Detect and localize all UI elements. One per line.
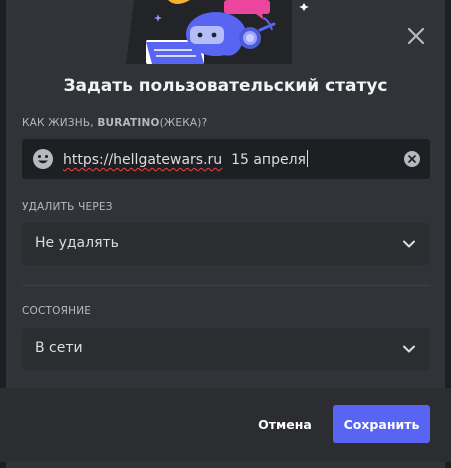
text-caret bbox=[306, 150, 308, 167]
clear-after-label: УДАЛИТЬ ЧЕРЕЗ bbox=[22, 201, 113, 213]
close-button[interactable] bbox=[402, 22, 430, 50]
status-label-prefix: КАК ЖИЗНЬ, bbox=[22, 117, 98, 129]
clear-icon bbox=[408, 155, 416, 163]
smiley-icon bbox=[33, 149, 53, 169]
status-label-suffix: (ЖЕКА)? bbox=[159, 117, 208, 129]
status-text-value: https://hellgatewars.ru 15 апреля bbox=[63, 150, 308, 168]
custom-status-modal: Задать пользовательский статус КАК ЖИЗНЬ… bbox=[0, 0, 451, 468]
clear-after-value: Не удалять bbox=[35, 235, 119, 251]
status-date-text: 15 апреля bbox=[222, 152, 306, 168]
dialog-footer: Отмена Сохранить bbox=[0, 388, 451, 462]
save-button[interactable]: Сохранить bbox=[333, 405, 430, 443]
status-url-text: https://hellgatewars.ru bbox=[63, 152, 223, 168]
emoji-picker-button[interactable] bbox=[32, 148, 54, 170]
header-illustration bbox=[124, 0, 324, 64]
status-label-username: BURATINO bbox=[97, 117, 160, 129]
chevron-down-icon bbox=[403, 345, 415, 353]
section-divider bbox=[22, 285, 430, 286]
clear-status-button[interactable] bbox=[404, 151, 420, 167]
status-question-label: КАК ЖИЗНЬ, BURATINO(ЖЕКА)? bbox=[22, 117, 207, 129]
status-input[interactable]: https://hellgatewars.ru 15 апреля bbox=[22, 139, 430, 179]
presence-label: СОСТОЯНИЕ bbox=[22, 305, 92, 317]
close-icon bbox=[407, 27, 425, 45]
chevron-down-icon bbox=[403, 240, 415, 248]
cancel-button[interactable]: Отмена bbox=[251, 405, 319, 443]
clear-after-select[interactable]: Не удалять bbox=[22, 223, 430, 265]
presence-value: В сети bbox=[35, 340, 83, 356]
dialog-title: Задать пользовательский статус bbox=[63, 76, 388, 96]
presence-select[interactable]: В сети bbox=[22, 328, 430, 370]
